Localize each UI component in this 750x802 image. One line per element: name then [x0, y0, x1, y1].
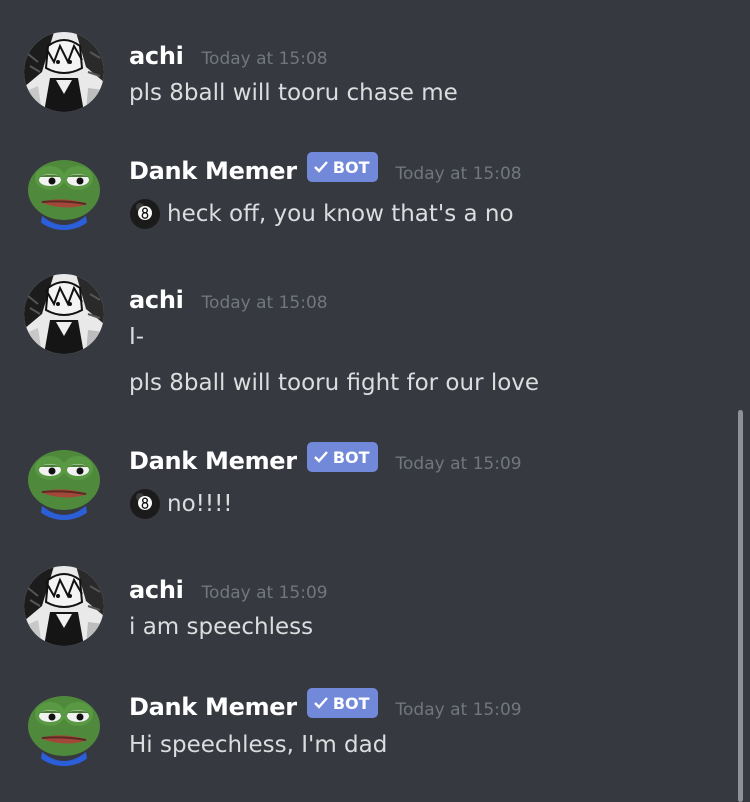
user-avatar[interactable]: [24, 566, 104, 646]
message-timestamp: Today at 15:08: [201, 49, 328, 69]
message-timestamp: Today at 15:09: [395, 700, 522, 720]
manga-avatar-icon: [24, 566, 104, 646]
message-text-content: heck off, you know that's a no: [167, 201, 514, 227]
message-header: achi Today at 15:08: [129, 42, 328, 70]
pepe-frog-avatar-icon: [24, 686, 104, 766]
message-item: achi Today at 15:09 i am speechless: [0, 566, 730, 656]
message-text-content: no!!!!: [167, 491, 233, 517]
username[interactable]: achi: [129, 286, 184, 314]
pepe-frog-avatar-icon: [24, 150, 104, 230]
message-header: Dank Memer BOT Today at 15:09: [129, 688, 522, 722]
username[interactable]: achi: [129, 42, 184, 70]
username[interactable]: Dank Memer: [129, 693, 297, 721]
bot-avatar[interactable]: [24, 686, 104, 766]
chat-messages: achi Today at 15:08 pls 8ball will tooru…: [0, 0, 750, 802]
message-text: pls 8ball will tooru fight for our love: [129, 370, 540, 396]
check-icon: [313, 161, 328, 173]
8ball-icon: [130, 199, 160, 229]
message-timestamp: Today at 15:08: [395, 164, 522, 184]
bot-avatar[interactable]: [24, 150, 104, 230]
message-timestamp: Today at 15:09: [201, 583, 328, 603]
manga-avatar-icon: [24, 32, 104, 112]
bot-tag: BOT: [306, 152, 378, 182]
username[interactable]: achi: [129, 576, 184, 604]
bot-avatar[interactable]: [24, 440, 104, 520]
bot-tag-label: BOT: [332, 447, 370, 467]
message-header: achi Today at 15:08: [129, 286, 328, 314]
message-item: Dank Memer BOT Today at 15:09 Hi speechl…: [0, 686, 730, 786]
message-text: heck off, you know that's a no: [129, 198, 514, 230]
message-text: pls 8ball will tooru chase me: [129, 80, 458, 106]
message-header: achi Today at 15:09: [129, 576, 328, 604]
pepe-frog-avatar-icon: [24, 440, 104, 520]
message-item: achi Today at 15:08 I- pls 8ball will to…: [0, 274, 730, 414]
user-avatar[interactable]: [24, 274, 104, 354]
check-icon: [313, 697, 328, 709]
message-header: Dank Memer BOT Today at 15:08: [129, 152, 522, 186]
scrollbar-thumb[interactable]: [738, 410, 743, 802]
message-header: Dank Memer BOT Today at 15:09: [129, 442, 522, 476]
manga-avatar-icon: [24, 274, 104, 354]
message-item: achi Today at 15:08 pls 8ball will tooru…: [0, 32, 730, 122]
bot-tag: BOT: [306, 688, 378, 718]
bot-tag-label: BOT: [332, 693, 370, 713]
username[interactable]: Dank Memer: [129, 157, 297, 185]
check-icon: [313, 451, 328, 463]
user-avatar[interactable]: [24, 32, 104, 112]
8ball-icon: [130, 489, 160, 519]
message-text: I-: [129, 324, 145, 350]
bot-tag-label: BOT: [332, 157, 370, 177]
message-text: i am speechless: [129, 614, 314, 640]
message-item: Dank Memer BOT Today at 15:09 no!!!!: [0, 440, 730, 530]
message-timestamp: Today at 15:09: [395, 454, 522, 474]
username[interactable]: Dank Memer: [129, 447, 297, 475]
message-item: Dank Memer BOT Today at 15:08 heck off, …: [0, 150, 730, 240]
message-text: no!!!!: [129, 488, 233, 520]
message-timestamp: Today at 15:08: [201, 293, 328, 313]
message-text: Hi speechless, I'm dad: [129, 732, 388, 758]
bot-tag: BOT: [306, 442, 378, 472]
